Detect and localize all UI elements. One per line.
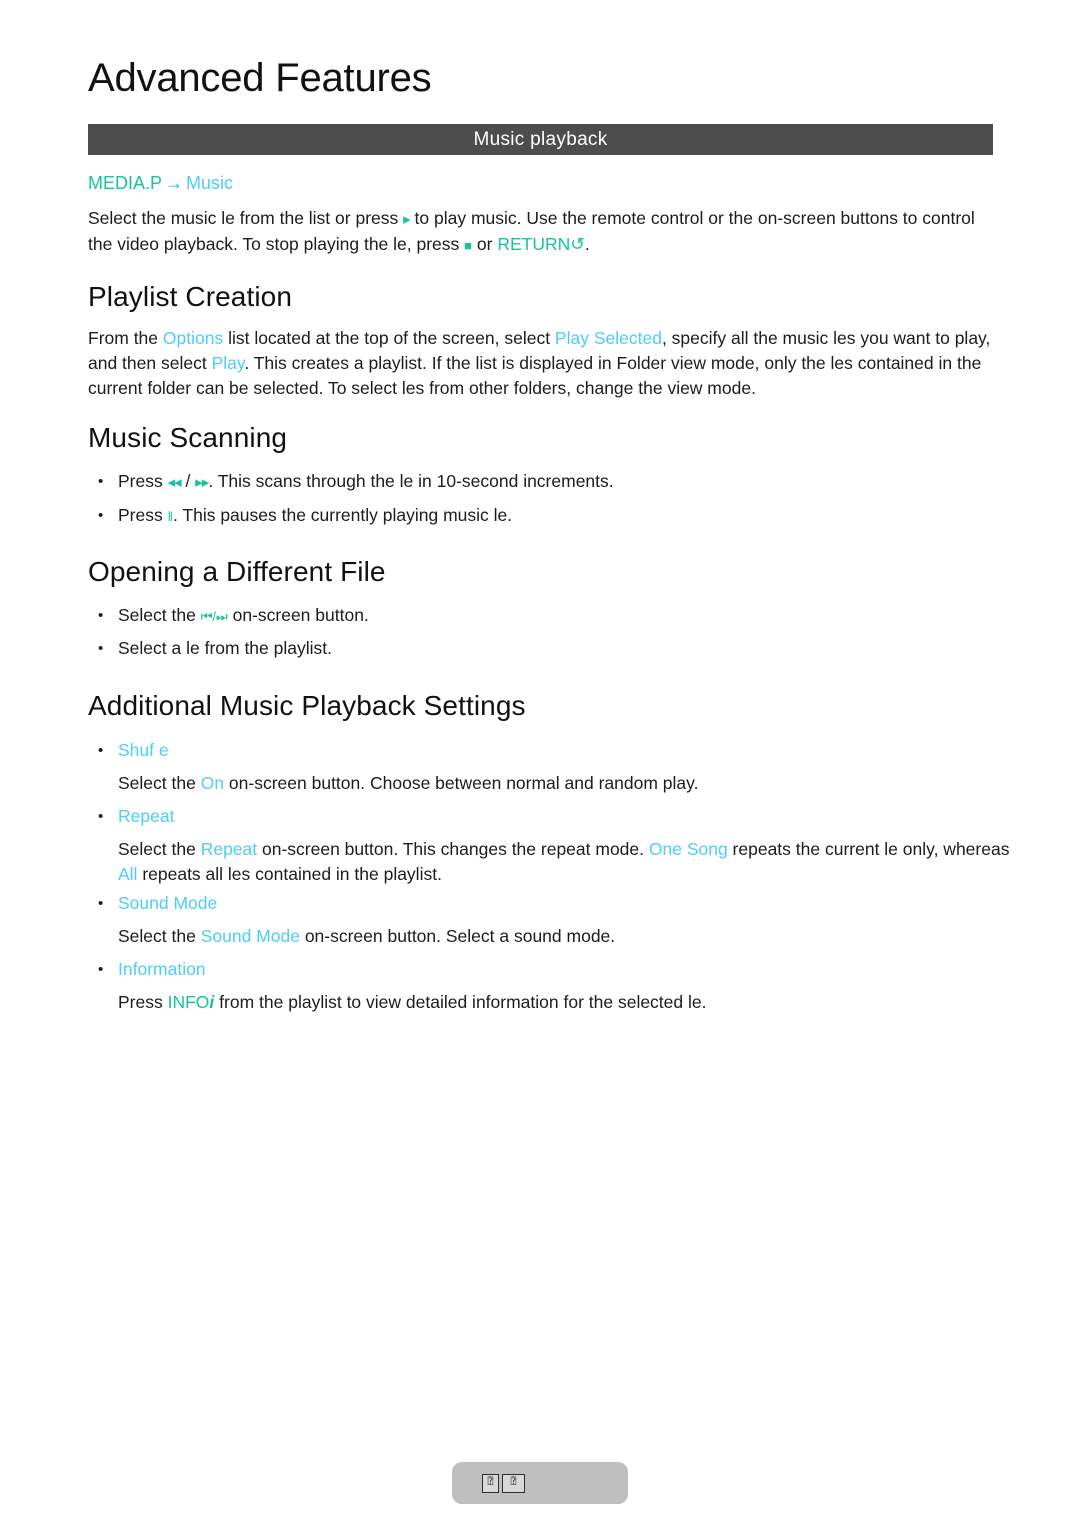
playlist-creation-paragraph: From the Options list located at the top… — [88, 326, 993, 401]
breadcrumb: MEDIA.P → Music — [88, 173, 233, 194]
keyword-one-song: One Song — [648, 839, 728, 859]
soundmode-text-2: on-screen button. Select a sound mode. — [299, 926, 616, 946]
setting-body-shuffle: Select the On on-screen button. Choose b… — [118, 771, 988, 796]
odf-b1-text-2: on-screen button. — [227, 605, 369, 625]
ms-b2-text-2: . This pauses the currently playing musi… — [172, 505, 513, 525]
soundmode-text-1: Select the — [118, 926, 201, 946]
repeat-text-4: repeats all les contained in the playlis… — [137, 864, 442, 884]
breadcrumb-arrow-icon: → — [165, 173, 184, 193]
missing-glyph-box-1: ⍰ — [482, 1473, 499, 1493]
ms-b2-text-1: Press — [118, 505, 168, 525]
pc-text-2: list located at the top of the screen, s… — [223, 328, 555, 348]
setting-label-shuffle: Shuf e — [96, 738, 169, 763]
page-title: Advanced Features — [88, 56, 432, 100]
keyword-on: On — [200, 773, 225, 793]
repeat-text-1: Select the — [118, 839, 201, 859]
intro-text-3: or — [472, 234, 498, 254]
intro-paragraph: Select the music le from the list or pre… — [88, 206, 988, 258]
shuffle-text-2: on-screen button. Choose between normal … — [224, 773, 699, 793]
info-key-label: INFO — [167, 992, 210, 1012]
intro-text-4: . — [584, 234, 590, 254]
list-item: Select the ⏮/⏭ on-screen button. — [96, 603, 1008, 629]
skip-previous-icon: ⏮ — [200, 609, 213, 624]
intro-text-1: Select the music le from the list or pre… — [88, 208, 404, 228]
setting-body-information: Press INFOi from the playlist to view de… — [118, 990, 1008, 1015]
list-item: Select a le from the playlist. — [96, 636, 1008, 661]
footer-glyph-group: ⍰ ⍰ — [482, 1473, 525, 1493]
keyword-play: Play — [211, 353, 245, 373]
return-key-label: RETURN — [497, 234, 571, 254]
page-footer-badge: ⍰ ⍰ — [452, 1462, 628, 1504]
keyword-sound-mode: Sound Mode — [200, 926, 300, 946]
skip-next-icon: ⏭ — [216, 609, 228, 624]
setting-label-sound-mode: Sound Mode — [96, 891, 217, 916]
keyword-options: Options — [162, 328, 224, 348]
info-text-1: Press — [118, 992, 168, 1012]
shuffle-text-1: Select the — [118, 773, 201, 793]
list-item: Press ‖. This pauses the currently playi… — [96, 503, 1008, 529]
breadcrumb-root: MEDIA.P — [88, 173, 163, 193]
missing-glyph-box-2: ⍰ — [502, 1473, 525, 1493]
keyword-play-selected: Play Selected — [554, 328, 662, 348]
ms-b1-sep: / — [180, 471, 196, 491]
repeat-text-3: repeats the current le only, whereas — [727, 839, 1010, 859]
heading-additional-music-playback-settings: Additional Music Playback Settings — [88, 690, 526, 721]
keyword-repeat: Repeat — [200, 839, 258, 859]
heading-playlist-creation: Playlist Creation — [88, 281, 293, 312]
odf-b2-text-1: Select a le from the playlist. — [118, 638, 332, 658]
repeat-text-2: on-screen button. This changes the repea… — [257, 839, 649, 859]
info-text-2: from the playlist to view detailed infor… — [214, 992, 707, 1012]
rewind-icon: ◂◂ — [167, 474, 182, 491]
return-arrow-icon: ↺ — [570, 234, 585, 254]
setting-body-sound-mode: Select the Sound Mode on-screen button. … — [118, 924, 998, 949]
section-header-label: Music playback — [473, 128, 608, 150]
setting-label-repeat: Repeat — [96, 804, 174, 829]
keyword-all: All — [118, 864, 138, 884]
heading-opening-different-file: Opening a Different File — [88, 556, 386, 587]
setting-body-repeat: Select the Repeat on-screen button. This… — [118, 837, 1018, 887]
stop-icon: ■ — [464, 238, 473, 253]
document-page: Advanced Features Music playback MEDIA.P… — [0, 0, 1080, 1534]
fast-forward-icon: ▸▸ — [195, 474, 209, 491]
breadcrumb-leaf: Music — [186, 173, 234, 193]
ms-b1-text-2: . This scans through the le in 10-second… — [208, 471, 614, 491]
list-item: Press ◂◂ / ▸▸. This scans through the le… — [96, 469, 1008, 495]
setting-label-information: Information — [96, 957, 206, 982]
heading-music-scanning: Music Scanning — [88, 422, 288, 453]
odf-b1-text-1: Select the — [118, 605, 201, 625]
ms-b1-text-1: Press — [118, 471, 168, 491]
pc-text-1: From the — [88, 328, 163, 348]
section-header-bar: Music playback — [88, 124, 993, 155]
